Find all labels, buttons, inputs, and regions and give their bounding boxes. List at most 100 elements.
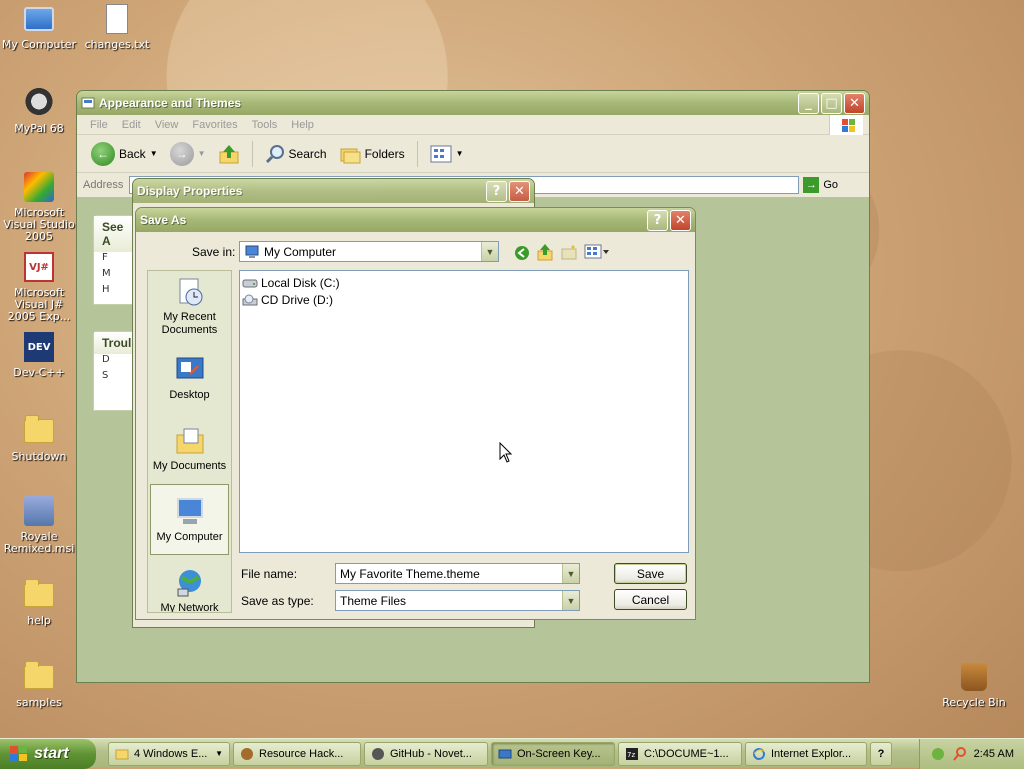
save-as-type-value: Theme Files xyxy=(340,593,407,608)
recycle-bin-icon xyxy=(957,660,991,694)
search-button[interactable]: Search xyxy=(261,142,331,166)
back-arrow-icon[interactable] xyxy=(513,244,531,262)
explorer-toolbar: ← Back ▼ → ▼ Search Folders ▼ xyxy=(77,135,869,173)
search-icon xyxy=(265,144,284,163)
go-arrow-icon: → xyxy=(803,177,820,193)
taskbar-button-github[interactable]: GitHub - Novet... xyxy=(364,741,488,766)
archive-icon: 7z xyxy=(626,747,638,760)
place-my-recent-documents[interactable]: My Recent Documents xyxy=(148,271,231,342)
chevron-down-icon[interactable]: ▼ xyxy=(481,242,498,261)
panel-link[interactable]: M xyxy=(94,268,134,284)
desktop-icon-royale-remixed[interactable]: Royale Remixed.msi xyxy=(0,494,78,555)
folder-icon xyxy=(22,660,56,694)
desktop-icon-my-computer[interactable]: My Computer xyxy=(0,2,78,51)
menu-edit[interactable]: Edit xyxy=(115,119,148,131)
menu-bar: File Edit View Favorites Tools Help xyxy=(77,115,869,135)
desktop-icon-mypal[interactable]: MyPal 68 xyxy=(0,86,78,135)
save-in-combo[interactable]: My Computer ▼ xyxy=(239,241,499,262)
new-folder-icon[interactable] xyxy=(560,243,578,261)
desktop-icon-visual-studio[interactable]: Microsoft Visual Studio 2005 xyxy=(0,170,78,243)
windows-flag-icon xyxy=(10,745,28,762)
desktop-icon-label: Microsoft Visual Studio 2005 xyxy=(3,206,75,243)
chevron-down-icon: ▼ xyxy=(215,749,223,758)
place-label: My Documents xyxy=(152,459,227,472)
maximize-button[interactable]: □ xyxy=(821,92,842,114)
display-properties-titlebar[interactable]: Display Properties ? ✕ xyxy=(133,179,534,203)
toolbar-separator xyxy=(251,140,253,167)
visual-studio-icon xyxy=(22,170,56,204)
computer-icon xyxy=(176,497,203,524)
chevron-down-icon[interactable]: ▼ xyxy=(562,564,579,583)
panel-link[interactable]: S xyxy=(94,370,134,386)
panel-link[interactable]: H xyxy=(94,284,134,300)
menu-favorites[interactable]: Favorites xyxy=(185,119,244,131)
recent-documents-icon xyxy=(179,278,202,306)
views-menu-icon[interactable] xyxy=(584,243,610,261)
cancel-button[interactable]: Cancel xyxy=(614,589,687,610)
menu-view[interactable]: View xyxy=(148,119,186,131)
help-icon: ? xyxy=(877,747,885,760)
forward-button[interactable]: → ▼ xyxy=(166,140,210,168)
taskbar-button-internet-explorer[interactable]: Internet Explor... xyxy=(745,741,867,766)
taskbar-button-on-screen-keyboard[interactable]: On-Screen Key... xyxy=(491,741,615,766)
desktop-icon-label: My Computer xyxy=(1,38,77,51)
save-as-titlebar[interactable]: Save As ? ✕ xyxy=(136,208,695,232)
place-my-network[interactable]: My Network xyxy=(148,555,231,612)
desktop-icon-changes-txt[interactable]: changes.txt xyxy=(78,2,156,51)
save-as-type-label: Save as type: xyxy=(241,594,314,608)
place-my-computer[interactable]: My Computer xyxy=(150,484,229,555)
place-my-documents[interactable]: My Documents xyxy=(148,413,231,484)
place-desktop[interactable]: Desktop xyxy=(148,342,231,413)
save-as-type-select[interactable]: Theme Files ▼ xyxy=(335,590,580,611)
desktop-icon-label: Recycle Bin xyxy=(942,696,1006,709)
file-label: Local Disk (C:) xyxy=(261,275,340,290)
folder-icon xyxy=(22,414,56,448)
minimize-button[interactable]: _ xyxy=(798,92,819,114)
troubleshooters-panel: Troul D S xyxy=(93,331,135,411)
places-bar: My Recent Documents Desktop My Documents… xyxy=(147,270,232,613)
close-button[interactable]: ✕ xyxy=(509,180,530,202)
go-button[interactable]: → Go xyxy=(803,177,838,193)
save-button[interactable]: Save xyxy=(614,563,687,584)
views-icon xyxy=(430,145,452,162)
hard-disk-icon xyxy=(242,279,258,287)
views-button[interactable]: ▼ xyxy=(426,143,468,165)
file-name-input[interactable]: My Favorite Theme.theme ▼ xyxy=(335,563,580,584)
start-button[interactable]: start xyxy=(0,738,96,769)
desktop-icon-label: MyPal 68 xyxy=(14,122,64,135)
panel-link[interactable]: F xyxy=(94,252,134,268)
desktop-icon-devcpp[interactable]: DEV Dev-C++ xyxy=(0,330,78,379)
file-list[interactable]: Local Disk (C:) CD Drive (D:) xyxy=(239,270,689,553)
place-label: My Computer xyxy=(156,530,223,543)
back-button[interactable]: ← Back ▼ xyxy=(87,140,162,168)
list-item-local-disk[interactable]: Local Disk (C:) xyxy=(242,274,686,291)
explorer-titlebar[interactable]: Appearance and Themes _ □ ✕ xyxy=(77,91,869,115)
taskbar-button-7zip[interactable]: 7z C:\DOCUME~1... xyxy=(618,741,742,766)
menu-file[interactable]: File xyxy=(83,119,115,131)
help-button[interactable]: ? xyxy=(486,180,507,202)
clock[interactable]: 2:45 AM xyxy=(974,748,1014,760)
list-item-cd-drive[interactable]: CD Drive (D:) xyxy=(242,291,686,308)
save-as-dialog[interactable]: Save As ? ✕ Save in: My Computer ▼ My Re… xyxy=(135,207,696,620)
up-folder-icon[interactable] xyxy=(536,243,554,261)
desktop-icon-samples[interactable]: samples xyxy=(0,660,78,709)
menu-help[interactable]: Help xyxy=(284,119,321,131)
close-button[interactable]: ✕ xyxy=(844,92,865,114)
help-button[interactable]: ? xyxy=(647,209,668,231)
taskbar-button-windows-explorer[interactable]: 4 Windows E... ▼ xyxy=(108,741,230,766)
desktop-icon-shutdown[interactable]: Shutdown xyxy=(0,414,78,463)
desktop-icon-recycle-bin[interactable]: Recycle Bin xyxy=(935,660,1013,709)
tray-app-icon[interactable] xyxy=(930,746,946,762)
desktop-icon-label: Shutdown xyxy=(11,450,67,463)
menu-tools[interactable]: Tools xyxy=(245,119,285,131)
chevron-down-icon[interactable]: ▼ xyxy=(562,591,579,610)
panel-link[interactable]: D xyxy=(94,354,134,370)
taskbar-help-button[interactable]: ? xyxy=(870,741,892,766)
folders-button[interactable]: Folders xyxy=(335,142,409,166)
taskbar-button-resource-hacker[interactable]: Resource Hack... xyxy=(233,741,361,766)
desktop-icon-help[interactable]: help xyxy=(0,578,78,627)
desktop-icon-visual-j[interactable]: VJ# Microsoft Visual J# 2005 Exp... xyxy=(0,250,78,323)
up-folder-button[interactable] xyxy=(214,141,244,167)
close-button[interactable]: ✕ xyxy=(670,209,691,231)
search-icon[interactable] xyxy=(952,746,968,762)
